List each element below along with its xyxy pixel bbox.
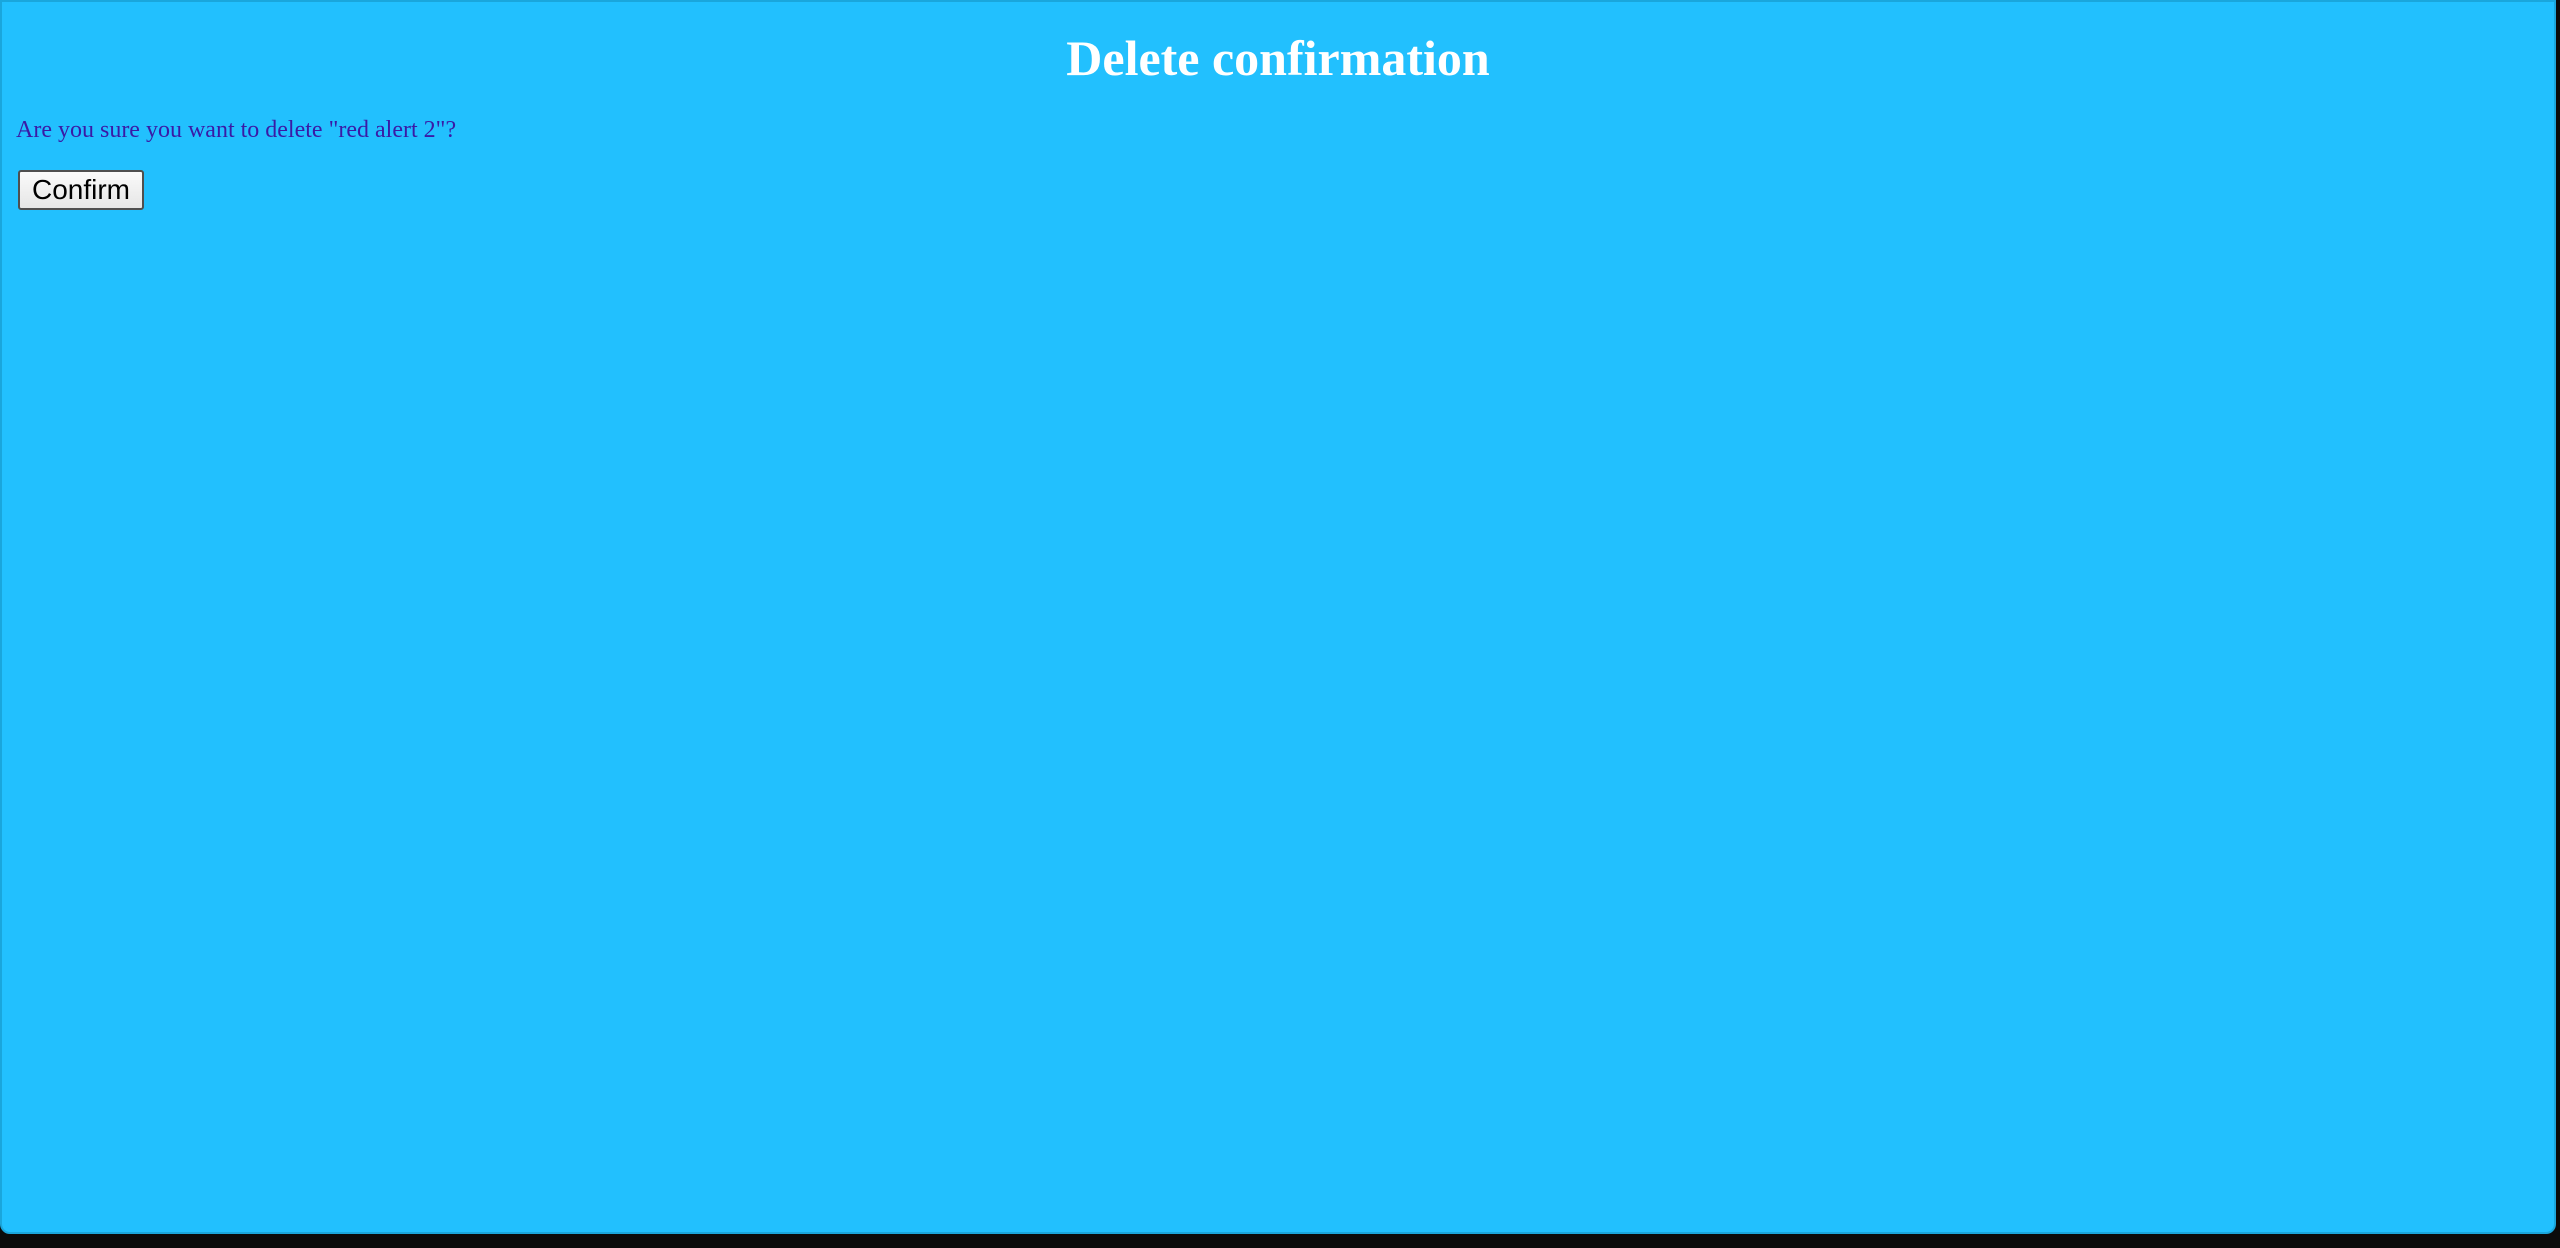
confirm-button[interactable]: Confirm xyxy=(18,170,144,210)
confirmation-window: Delete confirmation Are you sure you wan… xyxy=(0,0,2556,1234)
page-title: Delete confirmation xyxy=(1066,30,1490,86)
confirmation-message: Are you sure you want to delete "red ale… xyxy=(16,117,457,143)
